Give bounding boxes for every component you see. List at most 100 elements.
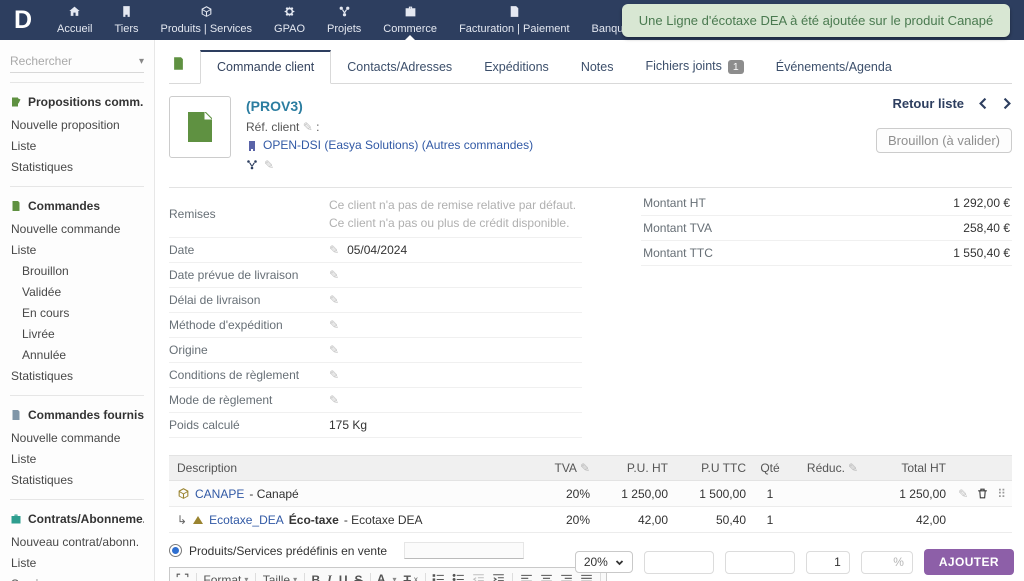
nav-projets[interactable]: Projets — [316, 0, 372, 40]
ordered-list-icon[interactable] — [432, 573, 445, 581]
field-label: Remises — [169, 207, 216, 222]
italic-button[interactable]: I — [327, 572, 332, 581]
edit-pencil-icon[interactable]: ✎ — [329, 293, 339, 307]
edit-pencil-icon[interactable]: ✎ — [329, 393, 339, 407]
contract-icon — [11, 514, 21, 524]
strikethrough-button[interactable]: S — [355, 573, 363, 581]
price-ttc-input[interactable] — [724, 550, 795, 574]
sidebar-item-propositions-liste[interactable]: Liste — [10, 135, 144, 156]
app-logo[interactable]: D — [0, 0, 46, 40]
sidebar-section-propositions[interactable]: Propositions comm... — [10, 92, 144, 114]
edit-pencil-icon[interactable]: ✎ — [303, 120, 313, 134]
nav-produits-services[interactable]: Produits | Services — [150, 0, 264, 40]
edit-pencil-icon[interactable]: ✎ — [329, 318, 339, 332]
align-right-icon[interactable] — [560, 573, 573, 581]
nav-tiers[interactable]: Tiers — [103, 0, 149, 40]
chevron-left-icon[interactable] — [978, 97, 988, 110]
col-pu-ttc: P.U TTC — [701, 461, 746, 476]
trash-icon[interactable] — [976, 487, 989, 500]
divider — [169, 187, 1012, 189]
product-link[interactable]: CANAPE — [195, 487, 244, 501]
tab-contacts-adresses[interactable]: Contacts/Adresses — [331, 52, 468, 83]
maximize-icon[interactable] — [176, 573, 189, 581]
price-ht-input[interactable] — [643, 550, 714, 574]
sidebar-item-nouvelle-proposition[interactable]: Nouvelle proposition — [10, 114, 144, 135]
edit-pencil-icon[interactable]: ✎ — [329, 268, 339, 282]
nav-commerce[interactable]: Commerce — [372, 0, 448, 40]
sidebar-item-en-cours[interactable]: En cours — [10, 302, 144, 323]
nav-gpao[interactable]: GPAO — [263, 0, 316, 40]
sidebar-item-commandes-liste[interactable]: Liste — [10, 239, 144, 260]
predefined-product-radio[interactable] — [169, 544, 182, 558]
outdent-icon[interactable] — [472, 573, 485, 581]
vat-select-value: 20% — [583, 555, 608, 569]
edit-pencil-icon[interactable]: ✎ — [580, 461, 590, 475]
sidebar-section-label: Commandes — [28, 199, 101, 213]
fields-right: Montant HT 1 292,00 € Montant TVA 258,40… — [641, 191, 1012, 438]
sidebar-item-annulee[interactable]: Annulée — [10, 344, 144, 365]
sidebar-item-commandes-statistiques[interactable]: Statistiques — [10, 365, 144, 386]
sidebar-item-propositions-statistiques[interactable]: Statistiques — [10, 156, 144, 177]
tab-fichiers-joints[interactable]: Fichiers joints 1 — [629, 51, 759, 83]
back-to-list-link[interactable]: Retour liste — [892, 96, 964, 111]
remove-format-button[interactable]: Tx — [404, 573, 418, 581]
tab-commande-client[interactable]: Commande client — [200, 50, 332, 84]
sidebar-section-contrats[interactable]: Contrats/Abonneme... — [10, 509, 144, 531]
order-icon — [12, 201, 20, 211]
underline-button[interactable]: U — [339, 573, 348, 581]
line-tva: 20% — [565, 486, 590, 501]
tab-notes[interactable]: Notes — [565, 52, 630, 83]
bullet-list-icon[interactable] — [452, 573, 465, 581]
nav-accueil[interactable]: Accueil — [46, 0, 103, 40]
sidebar-section-commandes-fournisseurs[interactable]: Commandes fournis... — [10, 405, 144, 427]
reduc-input[interactable] — [860, 550, 913, 574]
banner-info: (PROV3) Réf. client ✎ : OPEN-DSI (Easya … — [246, 96, 533, 174]
format-dropdown[interactable]: Format ▾ — [203, 573, 248, 581]
product-link[interactable]: Ecotaxe_DEA — [209, 513, 284, 527]
align-center-icon[interactable] — [540, 573, 553, 581]
add-line-button[interactable]: AJOUTER — [923, 549, 1014, 575]
sidebar-item-livree[interactable]: Livrée — [10, 323, 144, 344]
indent-icon[interactable] — [492, 573, 505, 581]
sidebar-section-commandes[interactable]: Commandes — [10, 196, 144, 218]
line-tva: 20% — [565, 512, 590, 527]
qty-input[interactable] — [805, 550, 850, 574]
align-left-icon[interactable] — [520, 573, 533, 581]
nav-label: Tiers — [114, 22, 139, 35]
size-dropdown[interactable]: Taille ▾ — [263, 573, 297, 581]
sidebar-item-fournisseurs-nouvelle-commande[interactable]: Nouvelle commande — [10, 427, 144, 448]
edit-pencil-icon[interactable]: ✎ — [264, 156, 274, 175]
edit-pencil-icon[interactable]: ✎ — [329, 343, 339, 357]
tab-evenements-agenda[interactable]: Événements/Agenda — [760, 52, 908, 83]
chevron-down-icon[interactable]: ▾ — [139, 56, 144, 67]
sidebar-item-fournisseurs-statistiques[interactable]: Statistiques — [10, 469, 144, 490]
edit-pencil-icon[interactable]: ✎ — [329, 243, 339, 257]
sidebar-item-validee[interactable]: Validée — [10, 281, 144, 302]
sidebar-item-nouveau-contrat[interactable]: Nouveau contrat/abonn. — [10, 531, 144, 552]
vat-select[interactable]: 20% — [574, 551, 633, 573]
search-input[interactable] — [10, 54, 120, 68]
drag-handle-icon[interactable]: ⠿ — [997, 487, 1006, 501]
chevron-right-icon[interactable] — [1002, 97, 1012, 110]
sidebar-item-contrats-liste[interactable]: Liste — [10, 552, 144, 573]
nav-facturation-paiement[interactable]: Facturation | Paiement — [448, 0, 580, 40]
child-line-arrow-icon: ↳ — [177, 512, 188, 527]
edit-pencil-icon[interactable]: ✎ — [329, 368, 339, 382]
tab-expeditions[interactable]: Expéditions — [468, 52, 565, 83]
sidebar-item-fournisseurs-liste[interactable]: Liste — [10, 448, 144, 469]
sidebar-item-contrats-services[interactable]: Services — [10, 573, 144, 581]
bold-button[interactable]: B — [311, 573, 320, 581]
cube-icon — [200, 5, 213, 21]
field-mode-reglement: Mode de règlement ✎ — [169, 388, 583, 414]
edit-pencil-icon[interactable]: ✎ — [848, 461, 858, 475]
sidebar-item-nouvelle-commande[interactable]: Nouvelle commande — [10, 218, 144, 239]
line-qty: 1 — [766, 512, 774, 527]
sidebar-item-brouillon[interactable]: Brouillon — [10, 260, 144, 281]
sidebar-search[interactable]: ▾ — [10, 54, 144, 73]
thirdparty-link[interactable]: OPEN-DSI (Easya Solutions) (Autres comma… — [263, 136, 533, 155]
field-remises: Remises Ce client n'a pas de remise rela… — [169, 191, 583, 239]
product-search-input[interactable] — [404, 542, 525, 560]
text-color-button[interactable]: A — [377, 573, 386, 581]
chevron-down-icon — [615, 559, 623, 565]
edit-pencil-icon[interactable]: ✎ — [958, 487, 968, 501]
